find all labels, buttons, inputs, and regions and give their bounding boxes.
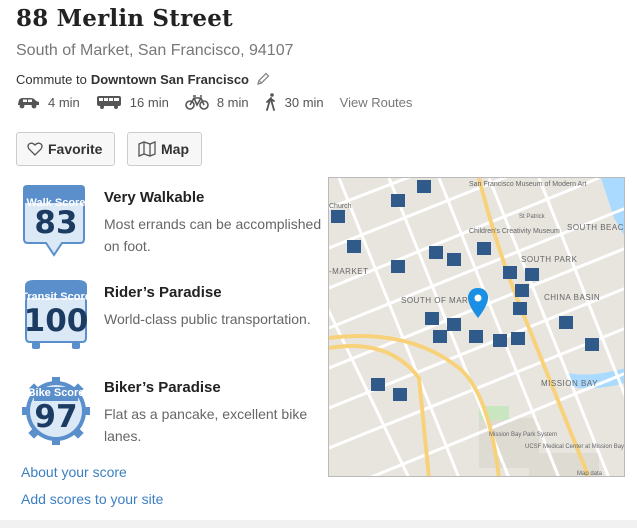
map-label-mission-bay: MISSION BAY (541, 379, 598, 388)
commute-prefix: Commute to (16, 71, 87, 87)
bike-score-desc: Flat as a pancake, excellent bike lanes. (104, 406, 308, 444)
bike-icon (185, 95, 209, 110)
bike-score-value: 97 (34, 399, 78, 435)
heart-icon (27, 142, 43, 156)
map-label-museum: San Francisco Museum of Modern Art (469, 181, 587, 188)
transit-score-row: Transit Score 100 Rider’s Paradise World… (18, 280, 318, 370)
map-label-childrens: Children's Creativity Museum (469, 228, 560, 235)
add-scores-link[interactable]: Add scores to your site (21, 491, 163, 507)
map-label-south-park: SOUTH PARK (521, 255, 578, 264)
map-label-st-patrick: St Patrick (519, 214, 546, 220)
walk-score-row: Walk Score 83 Very Walkable Most errands… (18, 185, 321, 275)
transit-score-value: 100 (23, 303, 89, 339)
view-routes-link[interactable]: View Routes (340, 95, 413, 110)
bike-score-badge[interactable]: Bike Score 97 (18, 375, 94, 461)
map-button[interactable]: Map (127, 132, 202, 166)
mode-walk: 30 min (265, 93, 324, 111)
address-subtitle: South of Market, San Francisco, 94107 (16, 42, 294, 59)
bus-icon (96, 96, 121, 109)
walk-score-title: Very Walkable (104, 189, 205, 206)
walk-score-badge[interactable]: Walk Score 83 (18, 185, 94, 271)
map-label: Map (161, 141, 189, 157)
map-icon (138, 141, 156, 157)
bike-score-label: Bike Score (27, 387, 85, 399)
map-label-map-data: Map data (577, 471, 603, 477)
mode-bike: 8 min (185, 94, 249, 110)
transit-score-badge[interactable]: Transit Score 100 (18, 280, 94, 366)
favorite-label: Favorite (48, 141, 103, 157)
map-label-south-beach: SOUTH BEACH (567, 223, 625, 232)
favorite-button[interactable]: Favorite (16, 132, 115, 166)
address-title: 88 Merlin Street (16, 5, 233, 32)
score-card: 88 Merlin Street South of Market, San Fr… (0, 0, 637, 520)
walk-score-desc: Most errands can be accomplished on foot… (104, 216, 322, 254)
map-label-market: -MARKET (329, 267, 369, 276)
map-preview[interactable]: San Francisco Museum of Modern Art Child… (328, 177, 625, 477)
car-icon (18, 98, 39, 109)
bike-score-row: Bike Score 97 Biker’s Paradise Flat as a… (18, 375, 318, 465)
transit-score-desc: World-class public transportation. (104, 311, 311, 327)
map-label-church: Church (329, 203, 352, 210)
commute-destination[interactable]: Downtown San Francisco (91, 72, 249, 87)
walk-score-value: 83 (34, 205, 78, 241)
mode-walk-label: 30 min (284, 94, 324, 110)
walk-icon (265, 93, 275, 111)
mode-car-label: 4 min (48, 94, 80, 110)
bike-score-title: Biker’s Paradise (104, 379, 221, 396)
map-label-china-basin: CHINA BASIN (544, 293, 600, 302)
pencil-icon[interactable] (255, 71, 271, 87)
mode-bike-label: 8 min (216, 94, 249, 110)
mode-bus: 16 min (96, 95, 169, 110)
commute-modes: 4 min 16 min 8 min 30 min View Routes (16, 93, 412, 111)
map-label-mission-bay-park: Mission Bay Park System (489, 432, 557, 438)
transit-score-label: Transit Score (21, 291, 91, 303)
about-score-link[interactable]: About your score (21, 464, 127, 480)
mode-car: 4 min (16, 95, 80, 110)
mode-bus-label: 16 min (129, 94, 169, 110)
map-label-ucsf: UCSF Medical Center at Mission Bay (525, 444, 624, 450)
transit-score-title: Rider’s Paradise (104, 284, 222, 301)
commute-line: Commute to Downtown San Francisco (16, 71, 271, 87)
